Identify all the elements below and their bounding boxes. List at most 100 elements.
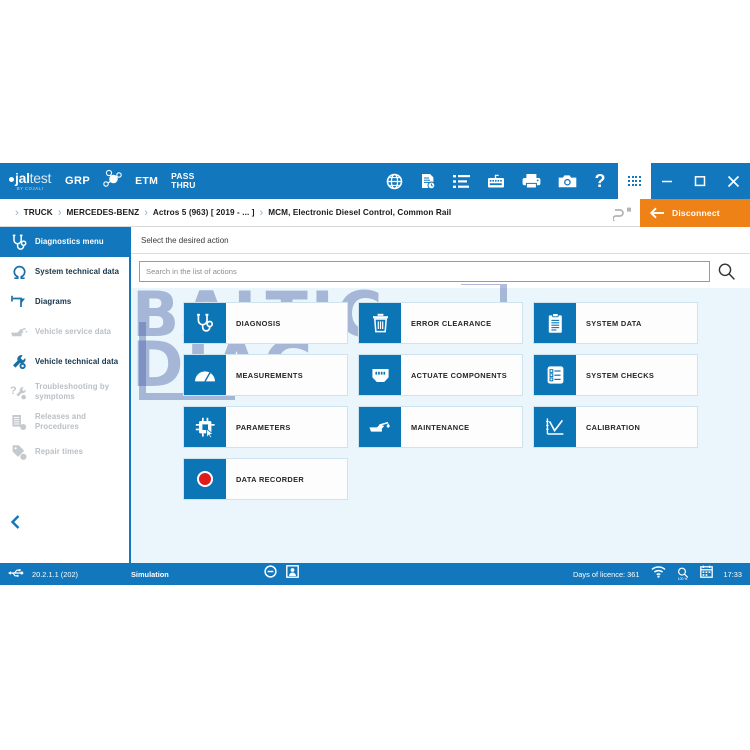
usb-icon bbox=[8, 565, 24, 583]
record-dot-icon bbox=[184, 459, 226, 499]
clipboard-icon bbox=[534, 303, 576, 343]
stethoscope-icon bbox=[184, 303, 226, 343]
molecule-icon[interactable] bbox=[102, 169, 123, 193]
calibration-chart-icon bbox=[534, 407, 576, 447]
toolbar-icon-group: ? bbox=[386, 163, 607, 199]
sidebar-item-diagnostics-menu[interactable]: Diagnostics menu bbox=[0, 227, 129, 257]
sidebar-item-vehicle-technical-data[interactable]: Vehicle technical data bbox=[0, 347, 129, 377]
search-input[interactable]: Search in the list of actions bbox=[139, 260, 710, 282]
omega-icon bbox=[6, 264, 32, 281]
status-left-group: 20.2.1.1 (202) bbox=[0, 565, 78, 583]
grp-button[interactable]: GRP bbox=[65, 175, 90, 187]
help-icon[interactable]: ? bbox=[594, 172, 607, 190]
action-tile-system-checks[interactable]: SYSTEM CHECKS bbox=[533, 354, 698, 396]
stethoscope-icon bbox=[6, 234, 32, 251]
globe-icon[interactable] bbox=[386, 173, 403, 190]
logo-main-text: jal bbox=[15, 170, 30, 186]
search-row: Search in the list of actions bbox=[131, 254, 750, 288]
arrow-left-icon bbox=[650, 207, 665, 219]
document-info-icon[interactable] bbox=[420, 173, 436, 190]
oil-can-icon bbox=[359, 407, 401, 447]
content-panel: Select the desired action Search in the … bbox=[131, 227, 750, 563]
diagram-icon bbox=[6, 294, 32, 311]
sidebar-item-releases-and-procedures[interactable]: Releases and Procedures bbox=[0, 407, 129, 437]
svg-text:?: ? bbox=[10, 385, 17, 397]
connector-icon bbox=[612, 206, 633, 226]
licence-label: Days of licence: 361 bbox=[572, 569, 640, 579]
question-wrench-icon: ? bbox=[6, 384, 32, 401]
disconnect-label: Disconnect bbox=[672, 208, 720, 218]
wrench-icon bbox=[6, 354, 32, 371]
sidebar-item-vehicle-service-data[interactable]: Vehicle service data bbox=[0, 317, 129, 347]
sidebar-item-system-technical-data[interactable]: System technical data bbox=[0, 257, 129, 287]
breadcrumb-separator: › bbox=[144, 206, 148, 219]
action-tile-parameters[interactable]: PARAMETERS bbox=[183, 406, 348, 448]
sidebar-item-label: Vehicle service data bbox=[35, 327, 112, 337]
action-tile-actuate-components[interactable]: ACTUATE COMPONENTS bbox=[358, 354, 523, 396]
breadcrumb: › TRUCK › MERCEDES-BENZ › Actros 5 (963)… bbox=[0, 207, 451, 219]
action-tile-label: ERROR CLEARANCE bbox=[411, 318, 492, 328]
oil-can-icon bbox=[6, 325, 32, 339]
wifi-icon[interactable] bbox=[651, 565, 666, 583]
action-tile-label: MAINTENANCE bbox=[411, 422, 470, 432]
action-tile-error-clearance[interactable]: ERROR CLEARANCE bbox=[358, 302, 523, 344]
breadcrumb-item-model[interactable]: Actros 5 (963) [ 2019 - ... ] bbox=[153, 208, 255, 217]
calendar-icon[interactable] bbox=[699, 565, 713, 583]
sidebar-item-repair-times[interactable]: Repair times bbox=[0, 437, 129, 467]
close-button[interactable] bbox=[727, 175, 740, 188]
window-controls bbox=[651, 163, 750, 199]
maximize-button[interactable] bbox=[694, 175, 706, 187]
passthru-button[interactable]: PASS THRU bbox=[171, 171, 195, 190]
sidebar-item-label: Troubleshooting by symptoms bbox=[35, 382, 110, 401]
svg-text:?: ? bbox=[595, 172, 606, 190]
list-icon[interactable] bbox=[453, 174, 470, 189]
disconnect-button[interactable]: Disconnect bbox=[640, 199, 750, 227]
sidebar-item-label: Releases and Procedures bbox=[35, 412, 87, 431]
status-mid-icons bbox=[264, 565, 299, 583]
action-tile-measurements[interactable]: MEASUREMENTS bbox=[183, 354, 348, 396]
version-label: 20.2.1.1 (202) bbox=[32, 569, 79, 579]
user-card-icon[interactable] bbox=[286, 565, 299, 583]
page-title: Select the desired action bbox=[141, 235, 229, 245]
jaltest-logo[interactable]: jal test BY COJALI bbox=[9, 171, 51, 191]
breadcrumb-item-manufacturer[interactable]: MERCEDES-BENZ bbox=[67, 208, 140, 217]
mode-label: Simulation bbox=[131, 569, 169, 579]
sidebar-item-label: Diagnostics menu bbox=[35, 237, 104, 247]
sidebar-item-label: System technical data bbox=[35, 267, 120, 277]
logo-dot-icon bbox=[9, 177, 14, 182]
action-tile-grid: DIAGNOSIS ERROR CLEARANCE SYSTEM DATA ME… bbox=[183, 302, 698, 500]
action-tile-diagnosis[interactable]: DIAGNOSIS bbox=[183, 302, 348, 344]
action-tile-maintenance[interactable]: MAINTENANCE bbox=[358, 406, 523, 448]
etm-button[interactable]: ETM bbox=[135, 175, 158, 187]
minimize-button[interactable] bbox=[661, 175, 673, 187]
breadcrumb-bar: › TRUCK › MERCEDES-BENZ › Actros 5 (963)… bbox=[0, 199, 750, 227]
keyboard-icon[interactable] bbox=[487, 173, 505, 189]
no-entry-icon[interactable] bbox=[264, 565, 277, 583]
apps-grid-icon[interactable] bbox=[618, 163, 651, 199]
sidebar-item-diagrams[interactable]: Diagrams bbox=[0, 287, 129, 317]
search-placeholder: Search in the list of actions bbox=[146, 266, 237, 276]
camera-icon[interactable] bbox=[558, 174, 577, 189]
checklist-icon bbox=[534, 355, 576, 395]
gauge-icon bbox=[184, 355, 226, 395]
trash-icon bbox=[359, 303, 401, 343]
sidebar: Diagnostics menu System technical data D… bbox=[0, 227, 131, 563]
chevron-left-icon[interactable] bbox=[10, 514, 22, 535]
action-tile-system-data[interactable]: SYSTEM DATA bbox=[533, 302, 698, 344]
documents-icon bbox=[6, 414, 32, 431]
sidebar-item-troubleshooting-by-symptoms[interactable]: ? Troubleshooting by symptoms bbox=[0, 377, 129, 407]
zoom-level-label: 100 % bbox=[677, 577, 688, 581]
logo-accent-text: test bbox=[29, 170, 52, 186]
search-icon[interactable] bbox=[710, 262, 742, 281]
jaltest-application-window: jal test BY COJALI GRP ETM PASS THRU ? ›… bbox=[0, 163, 750, 585]
mode-label-wrap: Simulation bbox=[131, 570, 169, 579]
breadcrumb-item-system[interactable]: MCM, Electronic Diesel Control, Common R… bbox=[268, 208, 451, 217]
zoom-icon[interactable]: 100 % bbox=[677, 567, 689, 581]
action-tile-label: MEASUREMENTS bbox=[236, 370, 304, 380]
action-tile-label: DATA RECORDER bbox=[236, 474, 305, 484]
breadcrumb-item-truck[interactable]: TRUCK bbox=[24, 208, 53, 217]
action-tile-data-recorder[interactable]: DATA RECORDER bbox=[183, 458, 348, 500]
breadcrumb-separator: › bbox=[259, 206, 264, 219]
printer-icon[interactable] bbox=[522, 173, 541, 189]
action-tile-calibration[interactable]: CALIBRATION bbox=[533, 406, 698, 448]
